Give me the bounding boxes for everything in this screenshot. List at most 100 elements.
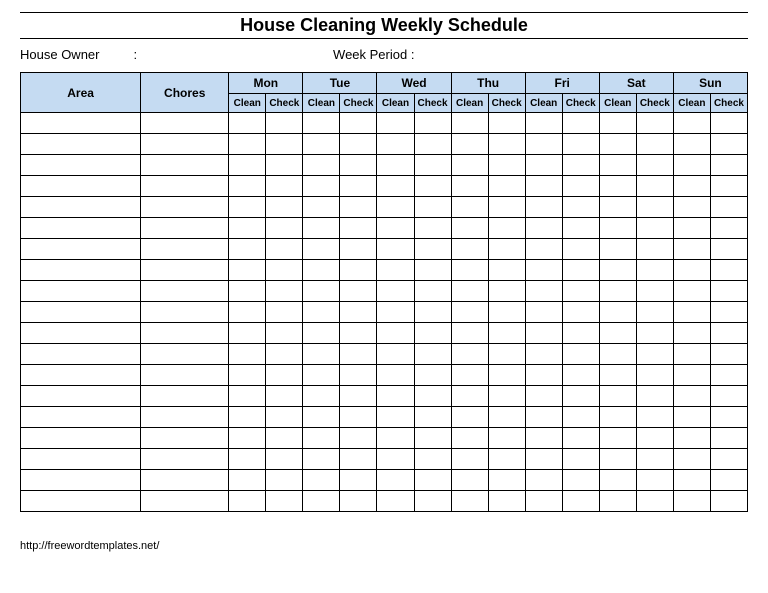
cell[interactable]	[451, 449, 488, 470]
cell[interactable]	[340, 218, 377, 239]
cell[interactable]	[562, 113, 599, 134]
cell[interactable]	[266, 260, 303, 281]
cell[interactable]	[303, 176, 340, 197]
cell[interactable]	[562, 365, 599, 386]
cell[interactable]	[562, 260, 599, 281]
cell[interactable]	[562, 407, 599, 428]
cell[interactable]	[229, 470, 266, 491]
cell[interactable]	[377, 407, 414, 428]
cell[interactable]	[414, 386, 451, 407]
cell[interactable]	[636, 491, 673, 512]
cell[interactable]	[340, 386, 377, 407]
cell[interactable]	[525, 365, 562, 386]
cell[interactable]	[229, 155, 266, 176]
cell[interactable]	[21, 323, 141, 344]
cell[interactable]	[525, 470, 562, 491]
cell[interactable]	[266, 239, 303, 260]
cell[interactable]	[229, 323, 266, 344]
cell[interactable]	[21, 386, 141, 407]
cell[interactable]	[710, 365, 747, 386]
cell[interactable]	[377, 197, 414, 218]
cell[interactable]	[141, 113, 229, 134]
cell[interactable]	[451, 134, 488, 155]
cell[interactable]	[673, 344, 710, 365]
cell[interactable]	[141, 491, 229, 512]
cell[interactable]	[340, 260, 377, 281]
cell[interactable]	[562, 428, 599, 449]
cell[interactable]	[141, 281, 229, 302]
cell[interactable]	[377, 344, 414, 365]
cell[interactable]	[451, 176, 488, 197]
cell[interactable]	[340, 449, 377, 470]
cell[interactable]	[414, 197, 451, 218]
cell[interactable]	[340, 365, 377, 386]
cell[interactable]	[303, 155, 340, 176]
cell[interactable]	[710, 134, 747, 155]
cell[interactable]	[141, 365, 229, 386]
cell[interactable]	[377, 281, 414, 302]
cell[interactable]	[673, 260, 710, 281]
cell[interactable]	[266, 323, 303, 344]
cell[interactable]	[377, 470, 414, 491]
cell[interactable]	[525, 155, 562, 176]
cell[interactable]	[377, 491, 414, 512]
cell[interactable]	[525, 344, 562, 365]
cell[interactable]	[21, 113, 141, 134]
cell[interactable]	[141, 386, 229, 407]
cell[interactable]	[710, 428, 747, 449]
cell[interactable]	[266, 197, 303, 218]
cell[interactable]	[414, 365, 451, 386]
cell[interactable]	[229, 113, 266, 134]
cell[interactable]	[710, 344, 747, 365]
cell[interactable]	[414, 323, 451, 344]
cell[interactable]	[340, 281, 377, 302]
cell[interactable]	[599, 407, 636, 428]
cell[interactable]	[673, 113, 710, 134]
cell[interactable]	[673, 155, 710, 176]
cell[interactable]	[21, 365, 141, 386]
cell[interactable]	[488, 113, 525, 134]
cell[interactable]	[377, 218, 414, 239]
cell[interactable]	[636, 281, 673, 302]
cell[interactable]	[488, 491, 525, 512]
cell[interactable]	[21, 491, 141, 512]
cell[interactable]	[673, 239, 710, 260]
cell[interactable]	[451, 344, 488, 365]
cell[interactable]	[451, 323, 488, 344]
cell[interactable]	[229, 260, 266, 281]
cell[interactable]	[451, 197, 488, 218]
cell[interactable]	[303, 428, 340, 449]
cell[interactable]	[636, 134, 673, 155]
cell[interactable]	[488, 470, 525, 491]
cell[interactable]	[340, 197, 377, 218]
cell[interactable]	[414, 155, 451, 176]
cell[interactable]	[599, 218, 636, 239]
cell[interactable]	[377, 239, 414, 260]
cell[interactable]	[303, 407, 340, 428]
cell[interactable]	[525, 134, 562, 155]
cell[interactable]	[340, 344, 377, 365]
cell[interactable]	[562, 176, 599, 197]
cell[interactable]	[340, 407, 377, 428]
cell[interactable]	[451, 218, 488, 239]
cell[interactable]	[229, 407, 266, 428]
cell[interactable]	[303, 365, 340, 386]
cell[interactable]	[303, 260, 340, 281]
cell[interactable]	[525, 113, 562, 134]
cell[interactable]	[673, 386, 710, 407]
cell[interactable]	[340, 239, 377, 260]
cell[interactable]	[488, 365, 525, 386]
cell[interactable]	[414, 407, 451, 428]
cell[interactable]	[451, 302, 488, 323]
cell[interactable]	[488, 197, 525, 218]
cell[interactable]	[636, 113, 673, 134]
cell[interactable]	[599, 428, 636, 449]
cell[interactable]	[599, 197, 636, 218]
cell[interactable]	[414, 302, 451, 323]
cell[interactable]	[303, 470, 340, 491]
cell[interactable]	[562, 155, 599, 176]
cell[interactable]	[599, 176, 636, 197]
cell[interactable]	[141, 302, 229, 323]
cell[interactable]	[710, 386, 747, 407]
cell[interactable]	[229, 428, 266, 449]
